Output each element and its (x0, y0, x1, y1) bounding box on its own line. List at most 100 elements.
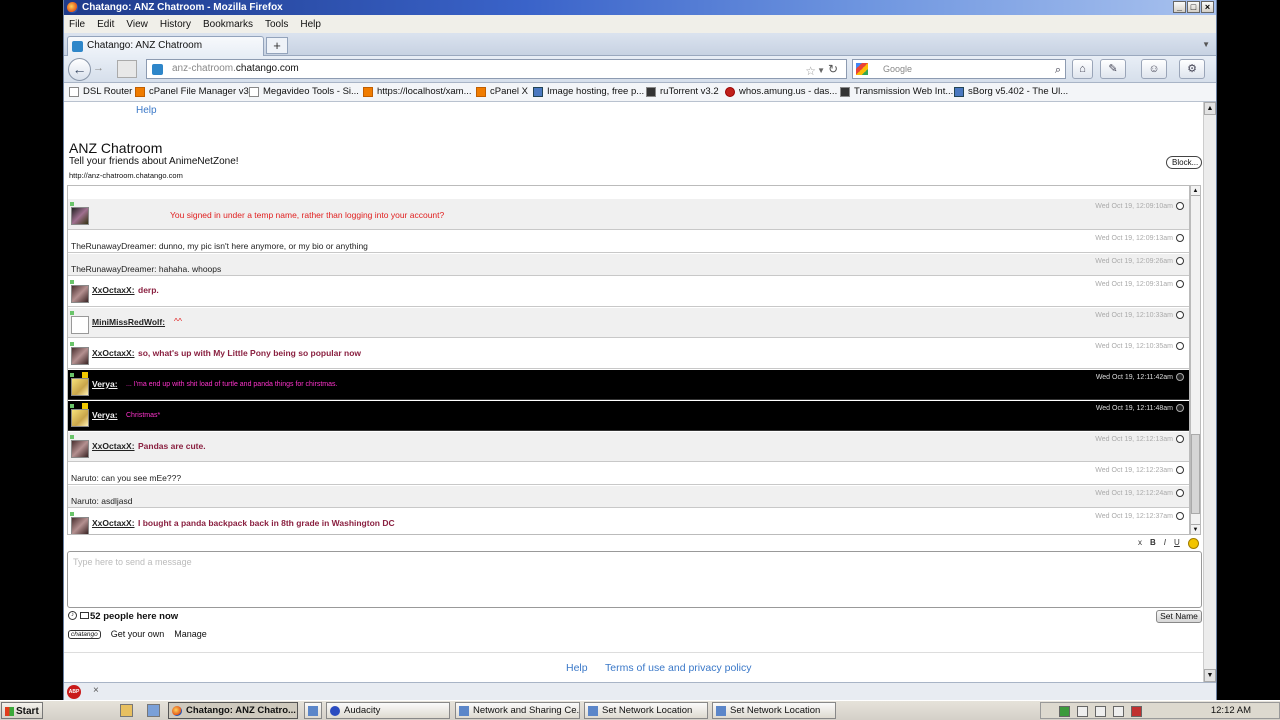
tab-chatango[interactable]: Chatango: ANZ Chatroom (67, 36, 264, 56)
search-input[interactable]: Google ⌕ (852, 59, 1066, 79)
scroll-up-icon[interactable]: ▲ (1204, 102, 1216, 115)
message-options-icon[interactable] (1176, 234, 1184, 242)
quicklaunch-desktop-icon[interactable] (147, 704, 160, 717)
search-icon[interactable]: ⌕ (1055, 61, 1061, 79)
bookmark-item[interactable]: Megavideo Tools - Si... (249, 86, 359, 97)
message-options-icon[interactable] (1176, 489, 1184, 497)
addon-face-icon[interactable]: ☺ (1141, 59, 1167, 79)
close-addon-bar-icon[interactable]: × (93, 685, 99, 696)
task-notepad[interactable] (304, 702, 322, 719)
bookmark-item[interactable]: Image hosting, free p... (533, 86, 644, 97)
scroll-down-icon[interactable]: ▼ (1204, 669, 1216, 682)
set-name-button[interactable]: Set Name (1156, 610, 1202, 623)
page-scrollbar[interactable]: ▲ ▼ (1203, 102, 1216, 682)
tools-icon[interactable]: ✎ (1100, 59, 1126, 79)
task-set-network-location-1[interactable]: Set Network Location (584, 702, 708, 719)
message-author[interactable]: XxOctaxX: (92, 348, 135, 358)
message-options-icon[interactable] (1176, 257, 1184, 265)
message-input[interactable]: Type here to send a message (67, 551, 1202, 608)
avatar[interactable] (71, 440, 89, 458)
google-icon[interactable] (856, 63, 868, 75)
message-author[interactable]: XxOctaxX: (92, 518, 135, 528)
menu-tools[interactable]: Tools (265, 19, 288, 30)
bookmark-item[interactable]: cPanel X (476, 86, 528, 97)
tray-security-icon[interactable] (1131, 706, 1142, 717)
bold-button[interactable]: B (1150, 538, 1156, 549)
new-tab-button[interactable]: + (266, 37, 288, 54)
scroll-down-icon[interactable]: ▼ (1191, 524, 1200, 534)
avatar[interactable] (71, 285, 89, 303)
italic-button[interactable]: I (1164, 538, 1166, 549)
manage-link[interactable]: Manage (174, 629, 207, 639)
avatar[interactable] (71, 207, 89, 225)
avatar[interactable] (71, 347, 89, 365)
avatar[interactable] (71, 409, 89, 427)
avatar[interactable] (71, 378, 89, 396)
message-author[interactable]: MiniMissRedWolf: (92, 317, 165, 327)
menu-bookmarks[interactable]: Bookmarks (203, 19, 253, 30)
message-options-icon[interactable] (1176, 202, 1184, 210)
quicklaunch-media-icon[interactable] (120, 704, 133, 717)
message-options-icon[interactable] (1176, 435, 1184, 443)
top-help-link[interactable]: Help (136, 105, 157, 116)
speaker-icon[interactable]: ♪ (68, 611, 77, 620)
tray-warning-icon[interactable] (1077, 706, 1088, 717)
menu-edit[interactable]: Edit (97, 19, 114, 30)
envelope-icon[interactable] (80, 612, 89, 619)
message-author[interactable]: Verya: (92, 410, 118, 420)
clear-format-button[interactable]: x (1138, 538, 1142, 549)
home-icon[interactable]: ⌂ (1072, 59, 1093, 79)
bookmark-item[interactable]: sBorg v5.402 - The Ul... (954, 86, 1068, 97)
message-options-icon[interactable] (1176, 342, 1184, 350)
message-author[interactable]: XxOctaxX: (92, 285, 135, 295)
bookmark-item[interactable]: cPanel File Manager v3 (135, 86, 249, 97)
tab-list-chevron-icon[interactable]: ▼ (1202, 40, 1210, 49)
bookmark-item[interactable]: ruTorrent v3.2 (646, 86, 719, 97)
menu-view[interactable]: View (126, 19, 148, 30)
back-button[interactable]: ← (68, 58, 91, 81)
reload-icon[interactable]: ↻ (828, 62, 838, 76)
underline-button[interactable]: U (1174, 538, 1180, 549)
tray-volume-icon[interactable] (1113, 706, 1124, 717)
message-scrollbar[interactable]: ▲ ▼ (1190, 185, 1201, 535)
task-firefox[interactable]: Chatango: ANZ Chatro... (168, 702, 298, 719)
avatar[interactable] (71, 316, 89, 334)
clock[interactable]: 12:12 AM (1211, 705, 1251, 716)
footer-help-link[interactable]: Help (566, 662, 588, 674)
url-bar[interactable]: anz-chatroom.chatango.com ☆ ▼ (146, 59, 847, 79)
message-options-icon[interactable] (1176, 311, 1184, 319)
get-your-own-link[interactable]: Get your own (111, 629, 165, 639)
adblock-icon[interactable]: ABP (67, 685, 81, 699)
menu-help[interactable]: Help (300, 19, 321, 30)
start-button[interactable]: Start (1, 702, 43, 719)
scroll-up-icon[interactable]: ▲ (1191, 186, 1200, 196)
message-options-icon[interactable] (1176, 466, 1184, 474)
menu-file[interactable]: File (69, 19, 85, 30)
scroll-thumb[interactable] (1191, 434, 1200, 514)
close-button[interactable]: × (1201, 1, 1214, 13)
message-author[interactable]: XxOctaxX: (92, 441, 135, 451)
forward-button[interactable]: → (93, 62, 104, 74)
tray-app-icon[interactable] (1059, 706, 1070, 717)
task-audacity[interactable]: Audacity (326, 702, 450, 719)
url-dropdown-icon[interactable]: ▼ (817, 62, 825, 80)
message-options-icon[interactable] (1176, 404, 1184, 412)
tray-network-icon[interactable] (1095, 706, 1106, 717)
chatango-logo[interactable]: chatango (68, 629, 101, 639)
message-author[interactable]: Verya: (92, 379, 118, 389)
avatar[interactable] (71, 517, 89, 534)
bookmark-item[interactable]: https://localhost/xam... (363, 86, 472, 97)
block-button[interactable]: Block... (1166, 156, 1202, 169)
bookmark-item[interactable]: Transmission Web Int... (840, 86, 953, 97)
bookmark-item[interactable]: whos.amung.us - das... (725, 86, 837, 97)
emoticon-icon[interactable] (1187, 538, 1199, 549)
minimize-button[interactable]: _ (1173, 1, 1186, 13)
site-identity-icon[interactable] (117, 60, 137, 78)
bookmark-star-icon[interactable]: ☆ (805, 62, 816, 80)
message-options-icon[interactable] (1176, 280, 1184, 288)
footer-terms-link[interactable]: Terms of use and privacy policy (605, 662, 751, 674)
message-options-icon[interactable] (1176, 512, 1184, 520)
menu-history[interactable]: History (160, 19, 191, 30)
task-network-sharing[interactable]: Network and Sharing Ce... (455, 702, 580, 719)
message-options-icon[interactable] (1176, 373, 1184, 381)
